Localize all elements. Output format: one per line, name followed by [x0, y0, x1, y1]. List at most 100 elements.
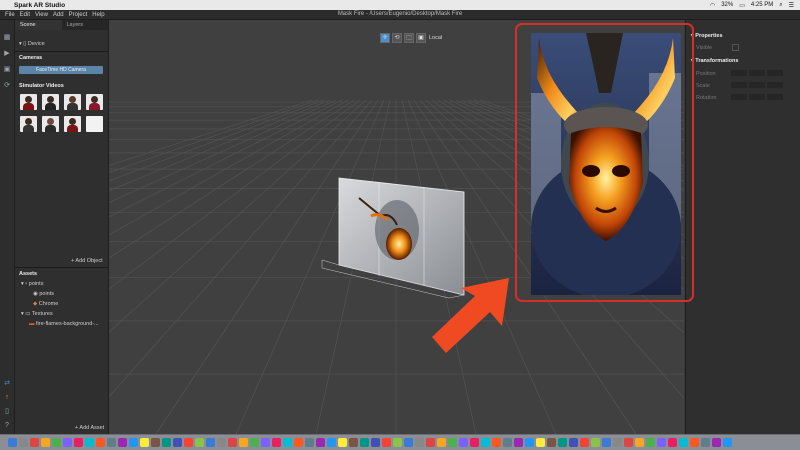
video-icon[interactable]: ▶ [3, 50, 11, 58]
dock-app-icon[interactable] [52, 438, 61, 447]
asset-chrome[interactable]: ◆ Chrome [33, 301, 58, 307]
dock-app-icon[interactable] [228, 438, 237, 447]
rotation-x-field[interactable] [731, 94, 747, 100]
dock-app-icon[interactable] [602, 438, 611, 447]
asset-fire-texture[interactable]: ▬ fire-flames-background-... [29, 321, 99, 327]
camera-select-button[interactable]: FaceTime HD Camera [19, 66, 103, 74]
position-x-field[interactable] [731, 70, 747, 76]
dock-app-icon[interactable] [129, 438, 138, 447]
dock-app-icon[interactable] [459, 438, 468, 447]
app-name[interactable]: Spark AR Studio [14, 2, 65, 9]
simulator-video-thumb[interactable] [42, 116, 59, 132]
dock-app-icon[interactable] [580, 438, 589, 447]
visible-checkbox[interactable] [732, 44, 739, 51]
tab-scene[interactable]: Scene [15, 20, 62, 30]
dock-app-icon[interactable] [514, 438, 523, 447]
dock-app-icon[interactable] [19, 438, 28, 447]
dock-app-icon[interactable] [591, 438, 600, 447]
dock-app-icon[interactable] [184, 438, 193, 447]
dock-app-icon[interactable] [690, 438, 699, 447]
dock-app-icon[interactable] [635, 438, 644, 447]
dock-app-icon[interactable] [360, 438, 369, 447]
position-z-field[interactable] [767, 70, 783, 76]
dock-app-icon[interactable] [305, 438, 314, 447]
dock-app-icon[interactable] [74, 438, 83, 447]
asset-points-group[interactable]: ▾ ▫ points [21, 281, 43, 287]
device-row[interactable]: ▾ ▯ Device [19, 41, 45, 47]
rotation-z-field[interactable] [767, 94, 783, 100]
dock-app-icon[interactable] [316, 438, 325, 447]
dock-app-icon[interactable] [261, 438, 270, 447]
menu-view[interactable]: View [35, 12, 48, 18]
device-icon[interactable]: ▯ [3, 408, 11, 416]
dock-app-icon[interactable] [272, 438, 281, 447]
menu-add[interactable]: Add [53, 12, 64, 18]
dock-app-icon[interactable] [426, 438, 435, 447]
dock-app-icon[interactable] [63, 438, 72, 447]
clock[interactable]: 4:25 PM [751, 2, 773, 8]
dock-app-icon[interactable] [195, 438, 204, 447]
dock-app-icon[interactable] [30, 438, 39, 447]
dock-app-icon[interactable] [382, 438, 391, 447]
dock-app-icon[interactable] [448, 438, 457, 447]
simulator-video-thumb[interactable] [42, 94, 59, 110]
simulator-video-thumb[interactable] [64, 116, 81, 132]
asset-points[interactable]: ◉ points [33, 291, 54, 297]
dock-app-icon[interactable] [624, 438, 633, 447]
dock-app-icon[interactable] [140, 438, 149, 447]
dock-app-icon[interactable] [8, 438, 17, 447]
dock-app-icon[interactable] [415, 438, 424, 447]
dock-app-icon[interactable] [481, 438, 490, 447]
refresh-icon[interactable]: ⟳ [3, 82, 11, 90]
dock-app-icon[interactable] [162, 438, 171, 447]
dock-app-icon[interactable] [371, 438, 380, 447]
rotation-y-field[interactable] [749, 94, 765, 100]
dock-app-icon[interactable] [668, 438, 677, 447]
search-icon[interactable]: ⌕ [779, 2, 782, 9]
dock-app-icon[interactable] [558, 438, 567, 447]
dock-app-icon[interactable] [657, 438, 666, 447]
dock-app-icon[interactable] [701, 438, 710, 447]
dock-app-icon[interactable] [525, 438, 534, 447]
dock-app-icon[interactable] [569, 438, 578, 447]
scale-x-field[interactable] [731, 82, 747, 88]
dock-app-icon[interactable] [85, 438, 94, 447]
simulator-video-thumb-empty[interactable] [86, 116, 103, 132]
dock-app-icon[interactable] [679, 438, 688, 447]
menu-project[interactable]: Project [69, 12, 88, 18]
dock-app-icon[interactable] [151, 438, 160, 447]
dock-app-icon[interactable] [250, 438, 259, 447]
simulator-video-thumb[interactable] [20, 116, 37, 132]
dock-app-icon[interactable] [338, 438, 347, 447]
add-object-button[interactable]: + Add Object [71, 258, 103, 264]
dock-app-icon[interactable] [41, 438, 50, 447]
dock-app-icon[interactable] [173, 438, 182, 447]
dock-app-icon[interactable] [723, 438, 732, 447]
dock-app-icon[interactable] [613, 438, 622, 447]
dock-app-icon[interactable] [404, 438, 413, 447]
simulator-video-thumb[interactable] [86, 94, 103, 110]
dock-app-icon[interactable] [239, 438, 248, 447]
dock-app-icon[interactable] [536, 438, 545, 447]
dock-app-icon[interactable] [712, 438, 721, 447]
dock-app-icon[interactable] [437, 438, 446, 447]
simulator-video-thumb[interactable] [20, 94, 37, 110]
dock-app-icon[interactable] [470, 438, 479, 447]
dock-app-icon[interactable] [646, 438, 655, 447]
dock-app-icon[interactable] [217, 438, 226, 447]
simulator-video-thumb[interactable] [64, 94, 81, 110]
asset-textures-folder[interactable]: ▾ ▭ Textures [21, 311, 53, 317]
scale-y-field[interactable] [749, 82, 765, 88]
dock-app-icon[interactable] [206, 438, 215, 447]
wifi-icon[interactable]: ◠ [710, 2, 715, 9]
dock-app-icon[interactable] [118, 438, 127, 447]
connect-icon[interactable]: ⇄ [3, 380, 11, 388]
position-y-field[interactable] [749, 70, 765, 76]
scale-z-field[interactable] [767, 82, 783, 88]
dock-app-icon[interactable] [393, 438, 402, 447]
dock-app-icon[interactable] [327, 438, 336, 447]
menu-file[interactable]: File [5, 12, 15, 18]
menu-edit[interactable]: Edit [20, 12, 30, 18]
dock-app-icon[interactable] [96, 438, 105, 447]
dock-app-icon[interactable] [349, 438, 358, 447]
